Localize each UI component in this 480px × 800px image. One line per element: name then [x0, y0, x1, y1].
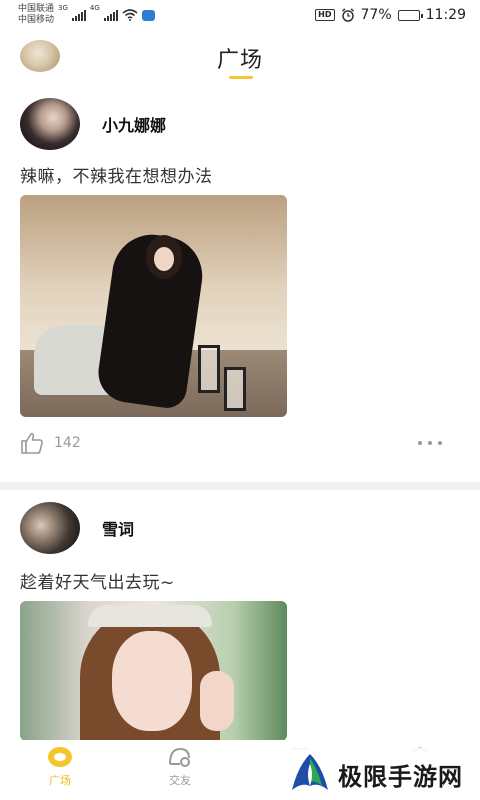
battery-percent: 77%	[360, 7, 392, 23]
friends-icon	[169, 747, 190, 767]
signal-icon	[71, 9, 86, 21]
watermark-text: 极限手游网	[338, 761, 463, 791]
watermark-logo	[292, 754, 328, 790]
page-header: 广场	[0, 36, 480, 86]
avatar[interactable]	[20, 502, 80, 554]
post-divider	[0, 482, 480, 490]
more-icon[interactable]	[418, 441, 460, 445]
alarm-icon	[341, 8, 354, 22]
title-indicator	[229, 76, 253, 79]
avatar[interactable]	[20, 98, 80, 150]
post-author[interactable]: 雪词	[20, 500, 134, 556]
photo-face	[112, 631, 192, 731]
page-title: 广场	[216, 48, 263, 73]
post-author[interactable]: 小九娜娜	[20, 96, 166, 152]
network-type-1: 3G	[58, 4, 68, 12]
plaza-icon	[48, 747, 72, 767]
carrier-names: 中国联通 中国移动	[18, 4, 54, 26]
app-screen: 中国联通 中国移动 3G 4G HD 77% 11:29 广场 小九娜娜 辣嘛，…	[0, 0, 480, 800]
status-bar-left: 中国联通 中国移动 3G 4G	[18, 4, 155, 26]
username[interactable]: 雪词	[102, 516, 134, 540]
tab-label: 交友	[169, 774, 191, 787]
post-actions: 142	[20, 431, 460, 455]
watermark: 极限手游网	[288, 748, 480, 800]
photo-headband	[88, 605, 212, 627]
post-text: 趁着好天气出去玩~	[20, 573, 175, 593]
tab-friends[interactable]: 交友	[150, 746, 210, 788]
like-button[interactable]: 142	[20, 432, 81, 454]
thumbs-up-icon	[21, 432, 43, 454]
username[interactable]: 小九娜娜	[102, 112, 166, 136]
carrier-2: 中国移动	[18, 15, 55, 25]
photo-hand	[200, 671, 234, 731]
carrier-1: 中国联通	[18, 4, 55, 14]
post-text: 辣嘛，不辣我在想想办法	[20, 167, 213, 187]
app-notification-icon	[141, 9, 155, 21]
battery-icon	[397, 9, 423, 21]
tab-label: 广场	[49, 774, 71, 787]
post-photo[interactable]	[20, 601, 287, 741]
status-bar: 中国联通 中国移动 3G 4G HD 77% 11:29	[0, 0, 480, 30]
status-bar-right: HD 77% 11:29	[315, 7, 466, 23]
clock-time: 11:29	[425, 7, 466, 23]
photo-face	[154, 247, 174, 271]
tab-plaza[interactable]: 广场	[30, 746, 90, 788]
photo-lantern	[198, 345, 220, 393]
feed-post: 小九娜娜 辣嘛，不辣我在想想办法 142	[0, 96, 480, 482]
signal-icon	[103, 9, 118, 21]
network-type-2: 4G	[89, 4, 100, 12]
like-count: 142	[54, 435, 81, 451]
hd-badge: HD	[315, 9, 335, 21]
photo-lantern	[224, 367, 246, 411]
wifi-icon	[122, 9, 138, 21]
post-photo[interactable]	[20, 195, 287, 417]
